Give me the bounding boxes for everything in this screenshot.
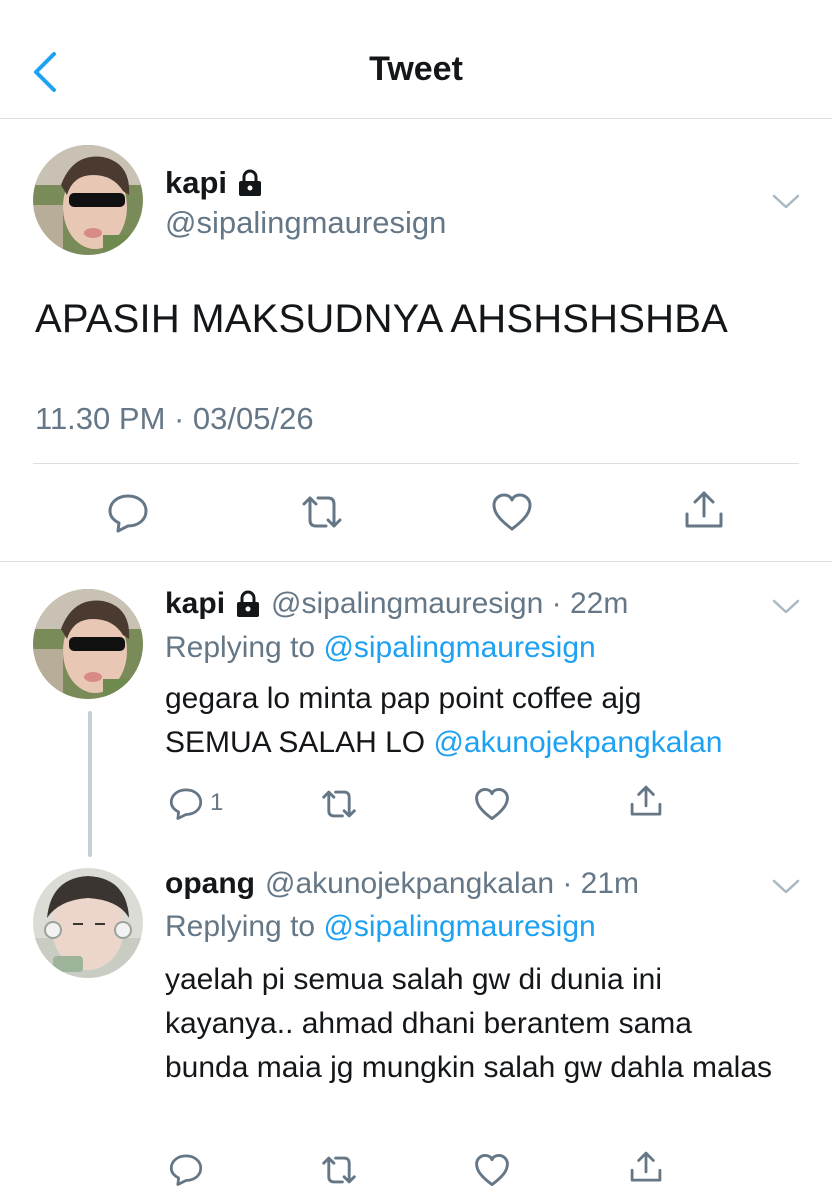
avatar[interactable] bbox=[33, 589, 143, 699]
display-name[interactable]: kapi bbox=[165, 587, 225, 621]
retweet-button[interactable] bbox=[318, 1153, 360, 1187]
chevron-down-icon[interactable] bbox=[771, 597, 801, 617]
like-button[interactable] bbox=[473, 786, 511, 822]
replying-to: Replying to @sipalingmauresign bbox=[165, 910, 596, 944]
page-title: Tweet bbox=[369, 50, 463, 88]
reply-button[interactable] bbox=[106, 490, 150, 534]
tweet-text: APASIH MAKSUDNYA AHSHSHSHBA bbox=[35, 297, 728, 341]
reply-text: yaelah pi semua salah gw di dunia ini ka… bbox=[165, 963, 773, 1084]
chevron-down-icon[interactable] bbox=[771, 192, 801, 212]
main-tweet: kapi @sipalingmauresign APASIH MAKSUDNYA… bbox=[0, 119, 832, 562]
share-icon bbox=[630, 785, 662, 816]
retweet-icon bbox=[322, 790, 356, 818]
like-icon bbox=[475, 787, 509, 821]
reply-author-row: opang @akunojekpangkalan · 21m bbox=[165, 867, 639, 901]
like-icon bbox=[492, 493, 532, 531]
mention-link[interactable]: @sipalingmauresign bbox=[323, 910, 595, 943]
mention-link[interactable]: @sipalingmauresign bbox=[323, 631, 595, 664]
reply-text-line: SEMUA SALAH LO @akunojekpangkalan bbox=[165, 721, 805, 765]
mention-link[interactable]: @akunojekpangkalan bbox=[433, 726, 722, 759]
reply-tweet[interactable]: opang @akunojekpangkalan · 21m Replying … bbox=[0, 863, 832, 1200]
retweet-button[interactable] bbox=[318, 787, 360, 821]
reply-text-line: gegara lo minta pap point coffee ajg bbox=[165, 682, 642, 715]
reply-text-segment: SEMUA SALAH LO bbox=[165, 726, 434, 759]
avatar[interactable] bbox=[33, 145, 143, 255]
chevron-down-icon[interactable] bbox=[771, 877, 801, 897]
share-icon bbox=[685, 491, 723, 528]
replying-prefix: Replying to bbox=[165, 910, 324, 943]
display-name[interactable]: opang bbox=[165, 867, 255, 901]
share-icon bbox=[630, 1151, 662, 1182]
reply-icon bbox=[108, 494, 148, 533]
like-button[interactable] bbox=[473, 1152, 511, 1188]
share-button[interactable] bbox=[628, 783, 664, 819]
timestamp[interactable]: 11.30 PM · 03/05/26 bbox=[35, 401, 314, 437]
share-button[interactable] bbox=[628, 1149, 664, 1185]
lock-icon bbox=[237, 590, 260, 617]
retweet-icon bbox=[322, 1156, 356, 1184]
top-bar: Tweet bbox=[0, 0, 832, 119]
reply-button[interactable]: 1 bbox=[168, 785, 223, 821]
share-button[interactable] bbox=[682, 488, 726, 532]
reply-icon bbox=[169, 1154, 203, 1186]
like-button[interactable] bbox=[490, 491, 534, 533]
display-name[interactable]: kapi bbox=[165, 165, 227, 201]
avatar[interactable] bbox=[33, 868, 143, 978]
thread-line bbox=[88, 711, 92, 857]
reply-icon bbox=[169, 788, 203, 820]
reply-author-row: kapi @sipalingmauresign · 22m bbox=[165, 587, 628, 621]
reply-tweet[interactable]: kapi @sipalingmauresign · 22m Replying t… bbox=[0, 563, 832, 863]
like-icon bbox=[475, 1153, 509, 1187]
username-and-time[interactable]: @sipalingmauresign · 22m bbox=[271, 587, 628, 621]
retweet-button[interactable] bbox=[298, 492, 346, 532]
replying-prefix: Replying to bbox=[165, 631, 324, 664]
retweet-icon bbox=[302, 496, 342, 528]
lock-icon bbox=[239, 169, 262, 196]
reply-button[interactable] bbox=[168, 1151, 204, 1187]
author-name-row: kapi bbox=[165, 165, 263, 201]
divider bbox=[33, 463, 799, 464]
replying-to: Replying to @sipalingmauresign bbox=[165, 631, 596, 665]
reply-text: gegara lo minta pap point coffee ajg SEM… bbox=[165, 677, 805, 765]
username[interactable]: @sipalingmauresign bbox=[165, 205, 446, 241]
reply-count: 1 bbox=[210, 789, 224, 816]
username-and-time[interactable]: @akunojekpangkalan · 21m bbox=[265, 867, 639, 901]
